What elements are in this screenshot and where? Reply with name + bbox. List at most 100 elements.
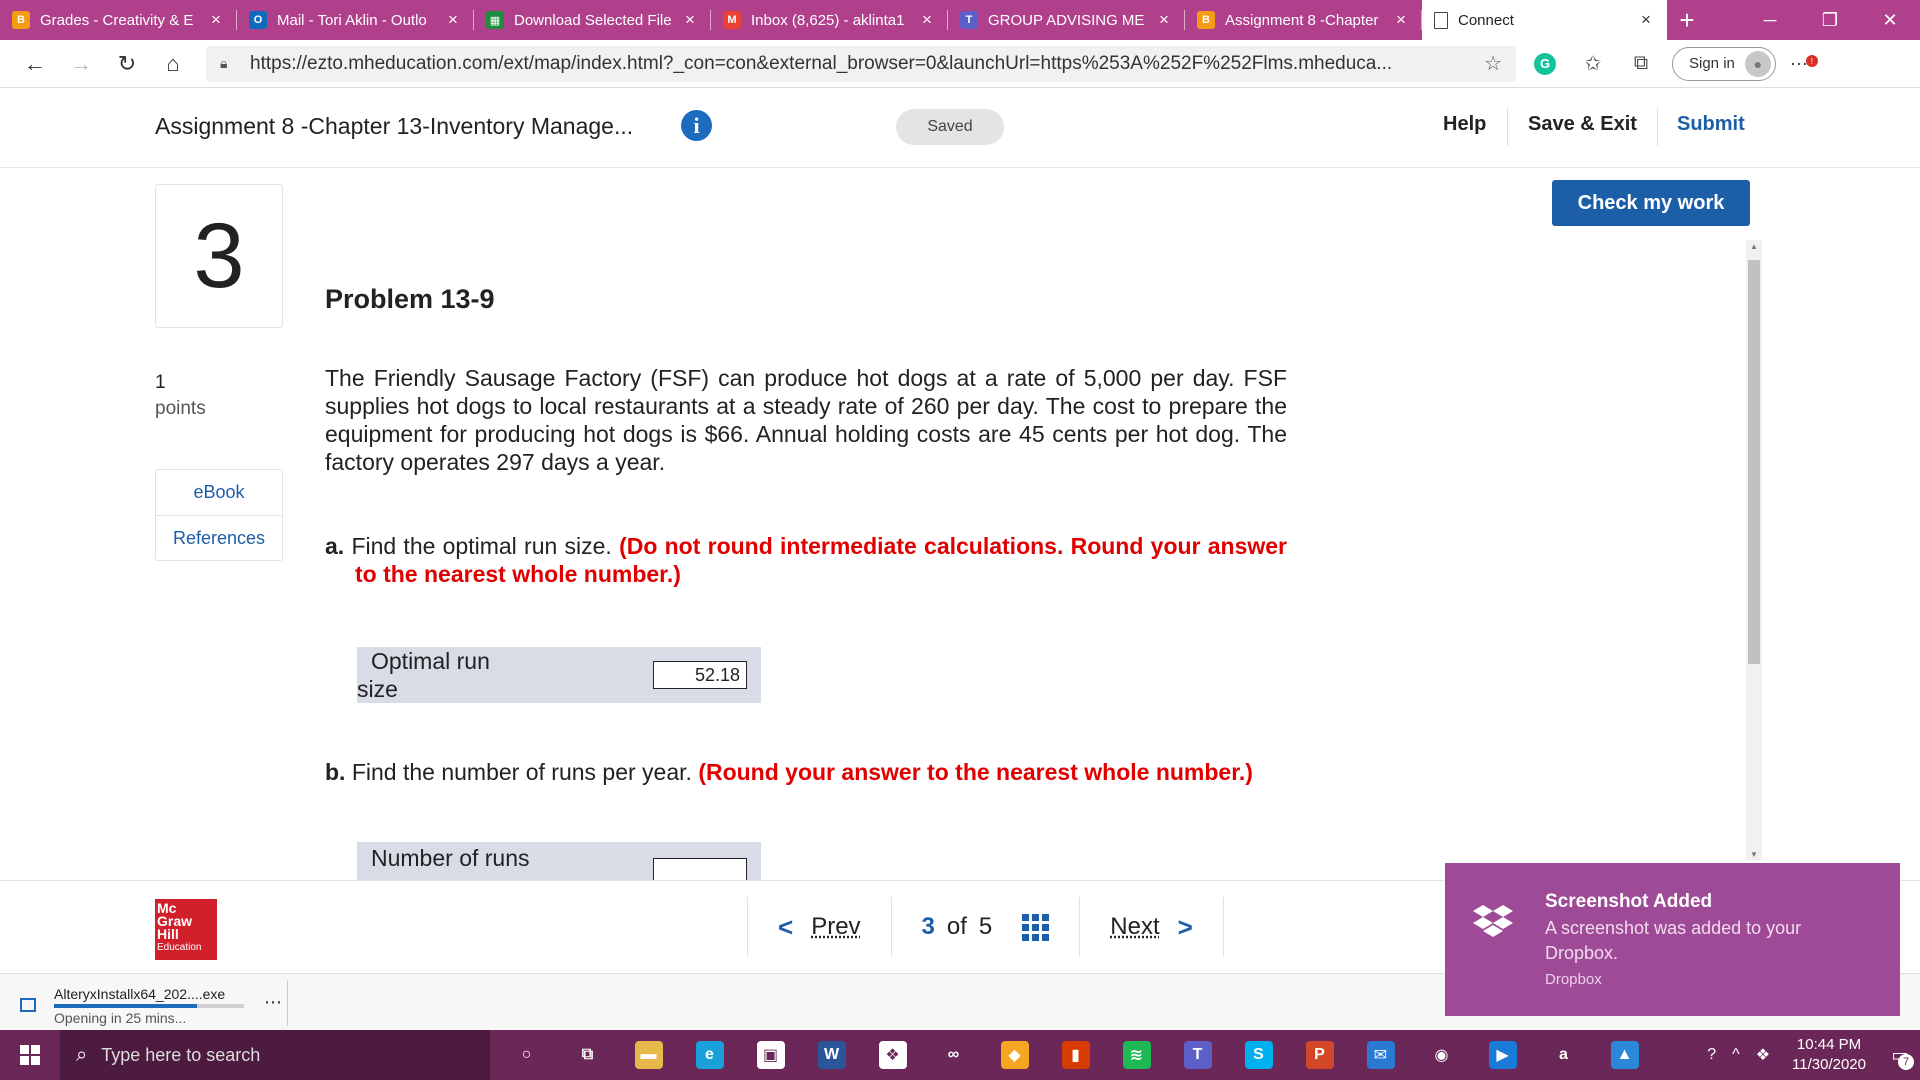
powerpoint-icon: P (1305, 1041, 1334, 1069)
minimize-button[interactable]: ─ (1740, 0, 1800, 40)
grammarly-extension-icon[interactable]: G (1526, 45, 1564, 83)
taskbar-app-button[interactable]: ◆ (984, 1030, 1045, 1080)
references-link[interactable]: References (156, 515, 282, 560)
header-divider (1507, 108, 1508, 146)
browser-tab[interactable]: T GROUP ADVISING ME × (948, 0, 1185, 40)
taskbar-app-button[interactable]: S (1228, 1030, 1289, 1080)
sheets-icon: ▦ (486, 11, 504, 29)
download-progress-bar (54, 1004, 244, 1008)
restore-button[interactable]: ❐ (1800, 0, 1860, 40)
download-progress-fill (54, 1004, 197, 1008)
problem-title: Problem 13-9 (325, 284, 495, 314)
scrollbar-thumb[interactable] (1748, 260, 1760, 664)
back-button[interactable]: ← (12, 44, 58, 84)
taskbar-app-button[interactable]: ▣ (740, 1030, 801, 1080)
photos-icon: ▲ (1610, 1041, 1639, 1069)
info-icon[interactable]: i (681, 110, 712, 141)
mcgraw-hill-logo: Mc Graw Hill Education (155, 899, 217, 960)
taskbar-app-button[interactable]: e (679, 1030, 740, 1080)
close-icon[interactable]: × (681, 10, 699, 30)
close-icon[interactable]: × (1637, 10, 1655, 30)
window-controls: ─ ❐ ✕ (1740, 0, 1920, 40)
download-file-name: AlteryxInstallx64_202....exe (54, 986, 226, 1002)
browser-tab[interactable]: ▦ Download Selected File × (474, 0, 711, 40)
close-icon[interactable]: × (1392, 10, 1410, 30)
taskbar-app-button[interactable]: ▶ (1472, 1030, 1533, 1080)
address-bar[interactable]: 🔒︎ https://ezto.mheducation.com/ext/map/… (206, 45, 1516, 82)
scroll-down-arrow-icon[interactable]: ▼ (1748, 850, 1760, 862)
new-tab-button[interactable]: + (1667, 0, 1707, 40)
next-button[interactable]: Next > (1079, 897, 1224, 957)
task-view-icon: ⧉ (581, 1046, 594, 1063)
dropbox-tray-icon[interactable]: ❖ (1748, 1045, 1778, 1065)
dropbox-icon: ❖ (878, 1041, 907, 1069)
browser-tab[interactable]: M Inbox (8,625) - aklinta1 × (711, 0, 948, 40)
taskbar-app-button[interactable]: a (1533, 1030, 1594, 1080)
skype-icon: S (1244, 1041, 1273, 1069)
close-icon[interactable]: × (918, 10, 936, 30)
help-link[interactable]: Help (1443, 113, 1486, 136)
settings-menu-button[interactable]: ···! (1790, 53, 1818, 74)
notification-center-icon[interactable]: ▭ 7 (1880, 1030, 1920, 1080)
start-button[interactable] (0, 1030, 60, 1080)
taskbar-app-button[interactable]: P (1289, 1030, 1350, 1080)
media-icon: ◉ (1434, 1047, 1449, 1064)
spotify-icon: ≋ (1122, 1041, 1151, 1069)
browser-tab-strip: B Grades - Creativity & E × O Mail - Tori Ak… (0, 0, 1920, 40)
taskbar-app-button[interactable]: ❖ (862, 1030, 923, 1080)
taskbar-app-button[interactable]: ▲ (1594, 1030, 1655, 1080)
submit-link[interactable]: Submit (1677, 113, 1745, 136)
taskbar-app-button[interactable]: T (1167, 1030, 1228, 1080)
tab-title: Assignment 8 -Chapter (1225, 11, 1379, 29)
grid-view-icon[interactable] (1022, 913, 1050, 941)
prev-button[interactable]: < Prev (747, 897, 891, 957)
save-exit-link[interactable]: Save & Exit (1528, 113, 1637, 136)
number-of-runs-input[interactable] (653, 858, 747, 880)
dropbox-notification[interactable]: Screenshot Added A screenshot was added … (1445, 863, 1900, 1016)
taskbar-app-button[interactable]: ⧉ (557, 1030, 618, 1080)
tab-connect-active[interactable]: Connect × (1422, 0, 1667, 40)
browser-tab[interactable]: O Mail - Tori Aklin - Outlo × (237, 0, 474, 40)
taskbar-app-button[interactable]: ◉ (1411, 1030, 1472, 1080)
close-icon[interactable]: × (1155, 10, 1173, 30)
collections-icon[interactable]: ⧉ (1622, 45, 1660, 83)
check-my-work-button[interactable]: Check my work (1552, 180, 1750, 226)
tab-title: Grades - Creativity & E (40, 11, 194, 29)
taskbar-app-button[interactable]: W (801, 1030, 862, 1080)
taskbar-app-button[interactable]: ▬ (618, 1030, 679, 1080)
home-button[interactable]: ⌂ (150, 44, 196, 84)
help-tray-icon[interactable]: ? (1699, 1046, 1724, 1064)
ebook-link[interactable]: eBook (156, 470, 282, 515)
part-a-text: Find the optimal run size. (351, 533, 612, 559)
taskbar-clock[interactable]: 10:44 PM 11/30/2020 (1778, 1035, 1880, 1075)
browser-tab[interactable]: B Assignment 8 -Chapter × (1185, 0, 1422, 40)
question-number: 3 (155, 184, 283, 328)
amazon-icon: a (1559, 1046, 1568, 1063)
download-item[interactable]: AlteryxInstallx64_202....exe Opening in … (16, 980, 288, 1026)
favorite-star-icon[interactable]: ☆ (1484, 51, 1502, 76)
page-indicator[interactable]: 3 of 5 (890, 897, 1080, 957)
browser-tab[interactable]: B Grades - Creativity & E × (0, 0, 237, 40)
video-icon: ▶ (1488, 1041, 1517, 1069)
grammarly-icon: G (1534, 52, 1556, 75)
refresh-button[interactable]: ↻ (104, 44, 150, 84)
taskbar-app-button[interactable]: ○ (496, 1030, 557, 1080)
chevron-up-icon[interactable]: ^ (1724, 1046, 1748, 1064)
forward-button[interactable]: → (58, 44, 104, 84)
more-options-icon[interactable]: ⋯ (264, 992, 282, 1013)
taskbar-app-button[interactable]: ≋ (1106, 1030, 1167, 1080)
close-icon[interactable]: × (444, 10, 462, 30)
taskbar-app-button[interactable]: ∞ (923, 1030, 984, 1080)
favorites-icon[interactable]: ✩ (1574, 45, 1612, 83)
optimal-run-size-input[interactable] (653, 661, 747, 689)
taskbar-app-button[interactable]: ▮ (1045, 1030, 1106, 1080)
close-window-button[interactable]: ✕ (1860, 0, 1920, 40)
taskbar-app-button[interactable]: ✉ (1350, 1030, 1411, 1080)
search-placeholder: Type here to search (101, 1044, 261, 1065)
browser-toolbar: ← → ↻ ⌂ 🔒︎ https://ezto.mheducation.com/… (0, 40, 1920, 88)
sign-in-button[interactable]: Sign in ● (1672, 46, 1776, 81)
scroll-up-arrow-icon[interactable]: ▲ (1748, 242, 1760, 254)
store-icon: ▣ (756, 1041, 785, 1069)
close-icon[interactable]: × (207, 10, 225, 30)
taskbar-search-box[interactable]: ⌕ Type here to search (60, 1030, 490, 1080)
